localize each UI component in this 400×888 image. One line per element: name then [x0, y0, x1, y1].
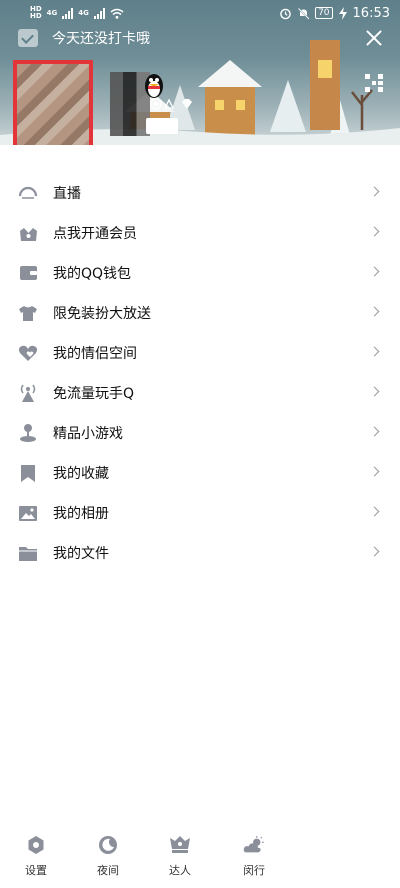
- menu-item-couple-space[interactable]: 我的情侣空间: [0, 333, 400, 373]
- vip-crown-icon: [18, 223, 38, 243]
- menu-item-album[interactable]: 我的相册: [0, 493, 400, 533]
- moon-icon: [97, 834, 119, 856]
- avatar-pixelation: [17, 64, 89, 145]
- chevron-right-icon: [369, 186, 380, 197]
- status-left: HD HD 4G 4G: [30, 6, 124, 20]
- settings-gear-icon: [25, 834, 47, 856]
- expert-button[interactable]: 达人: [150, 834, 210, 880]
- menu-item-dress-up[interactable]: 限免装扮大放送: [0, 293, 400, 333]
- wallet-icon: [18, 263, 38, 283]
- menu-item-label: 免流量玩手Q: [53, 386, 135, 402]
- profile-banner[interactable]: HD HD 4G 4G 70 16:53 今天还没打卡哦: [0, 0, 400, 145]
- chevron-right-icon: [369, 506, 380, 517]
- chevron-right-icon: [369, 306, 380, 317]
- tshirt-icon: [18, 303, 38, 323]
- menu-item-label: 点我开通会员: [53, 226, 137, 242]
- menu-item-label: 我的相册: [53, 506, 109, 522]
- bottom-toolbar: 设置 夜间 达人 闵行: [0, 826, 400, 888]
- avatar[interactable]: [13, 60, 93, 145]
- alarm-icon: [280, 8, 291, 19]
- menu-item-label: 直播: [53, 186, 81, 202]
- chevron-right-icon: [369, 346, 380, 357]
- folder-icon: [18, 543, 38, 563]
- joystick-icon: [18, 423, 38, 443]
- signal-icon-2: [93, 7, 105, 19]
- hd-badge-1: HD HD: [30, 6, 42, 20]
- chevron-right-icon: [369, 546, 380, 557]
- qq-penguin-icon[interactable]: [143, 72, 165, 100]
- menu-item-free-data[interactable]: 免流量玩手Q: [0, 373, 400, 413]
- expert-label: 达人: [169, 864, 191, 877]
- status-right: 70 16:53: [279, 6, 390, 21]
- diamond-badge-icon[interactable]: [181, 98, 193, 110]
- menu-item-label: 限免装扮大放送: [53, 306, 151, 322]
- chevron-right-icon: [369, 426, 380, 437]
- menu-item-wallet[interactable]: 我的QQ钱包: [0, 253, 400, 293]
- expert-badge-icon: [169, 834, 191, 856]
- status-bar: HD HD 4G 4G 70 16:53: [0, 0, 400, 26]
- menu-item-files[interactable]: 我的文件: [0, 533, 400, 573]
- clock-time: 16:53: [352, 5, 390, 21]
- weather-label: 闵行: [243, 864, 265, 877]
- checkin-text: 今天还没打卡哦: [52, 31, 150, 47]
- night-label: 夜间: [97, 864, 119, 877]
- network-gen-1: 4G: [46, 9, 58, 17]
- menu-item-vip[interactable]: 点我开通会员: [0, 213, 400, 253]
- checkin-icon: [18, 29, 38, 47]
- live-icon: [18, 183, 38, 203]
- menu-item-label: 我的QQ钱包: [53, 266, 132, 282]
- chevron-right-icon: [369, 386, 380, 397]
- photo-icon: [18, 503, 38, 523]
- chevron-right-icon: [369, 266, 380, 277]
- antenna-icon: [18, 383, 38, 403]
- settings-label: 设置: [25, 864, 47, 877]
- weather-cloud-sun-icon: [243, 834, 265, 856]
- weather-button[interactable]: 闵行: [224, 834, 284, 880]
- bookmark-icon: [18, 463, 38, 483]
- menu-item-label: 我的收藏: [53, 466, 109, 482]
- network-gen-2: 4G: [78, 9, 89, 17]
- menu-item-mini-games[interactable]: 精品小游戏: [0, 413, 400, 453]
- wifi-icon: [110, 8, 124, 19]
- menu-item-favorites[interactable]: 我的收藏: [0, 453, 400, 493]
- menu-item-label: 我的情侣空间: [53, 346, 137, 362]
- menu-item-label: 我的文件: [53, 546, 109, 562]
- battery-indicator: 70: [315, 7, 333, 19]
- mute-bell-icon: [297, 6, 310, 20]
- menu-item-label: 精品小游戏: [53, 426, 123, 442]
- menu-item-live[interactable]: 直播: [0, 173, 400, 213]
- chevron-right-icon: [369, 226, 380, 237]
- vip-badge-icon[interactable]: [150, 98, 162, 110]
- chevron-right-icon: [369, 466, 380, 477]
- signature-hidden: [146, 118, 178, 134]
- charging-icon: [338, 6, 347, 20]
- level-badge-icon[interactable]: [163, 98, 175, 110]
- close-icon[interactable]: [364, 28, 384, 48]
- hd-label-2: HD: [30, 12, 42, 20]
- hearts-icon: [18, 343, 38, 363]
- checkin-reminder[interactable]: 今天还没打卡哦: [18, 28, 150, 48]
- night-mode-button[interactable]: 夜间: [78, 834, 138, 880]
- qr-code-icon[interactable]: [365, 74, 383, 92]
- settings-button[interactable]: 设置: [6, 834, 66, 880]
- signal-icon-1: [62, 7, 74, 19]
